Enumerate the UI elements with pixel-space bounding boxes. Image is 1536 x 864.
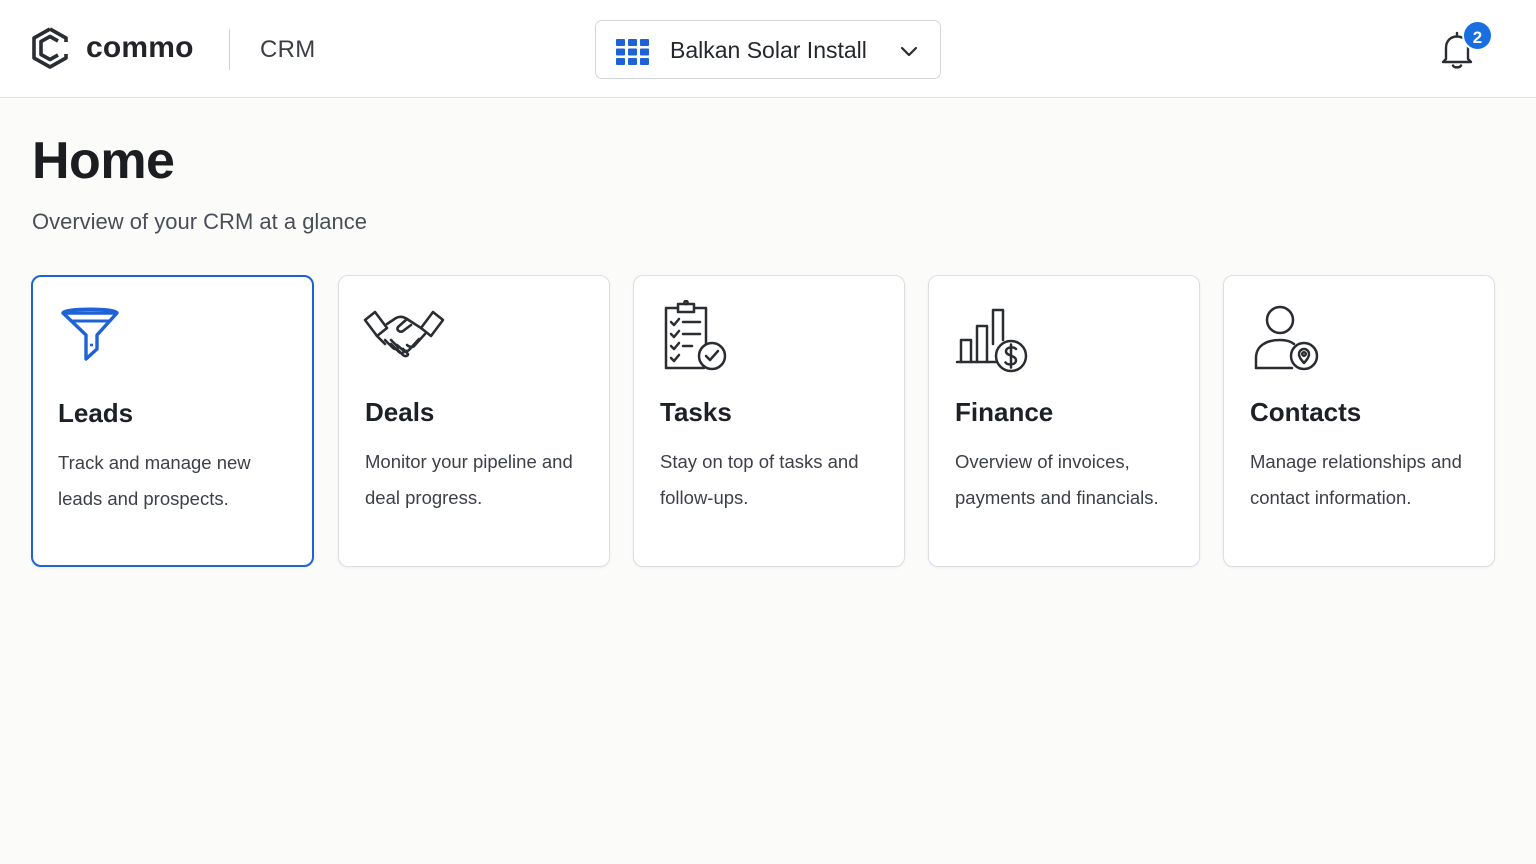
card-deals[interactable]: Deals Monitor your pipeline and deal pro… bbox=[338, 275, 610, 567]
notification-count-badge: 2 bbox=[1462, 20, 1493, 51]
card-contacts[interactable]: Contacts Manage relationships and contac… bbox=[1223, 275, 1495, 567]
page-subtitle: Overview of your CRM at a glance bbox=[32, 209, 368, 234]
brand-logo[interactable]: commo bbox=[30, 26, 194, 70]
workspace-selector[interactable]: Balkan Solar Install bbox=[595, 20, 941, 79]
card-description: Stay on top of tasks and follow-ups. bbox=[660, 451, 859, 508]
clipboard-check-icon bbox=[658, 300, 748, 374]
top-bar: commo CRM Balkan Solar Install 2 bbox=[0, 0, 1536, 98]
card-description: Track and manage new leads and prospects… bbox=[58, 452, 251, 509]
card-tasks[interactable]: Tasks Stay on top of tasks and follow-up… bbox=[633, 275, 905, 567]
card-title: Tasks bbox=[660, 397, 732, 427]
contact-icon bbox=[1248, 300, 1338, 374]
card-leads[interactable]: Leads Track and manage new leads and pro… bbox=[31, 275, 314, 567]
finance-chart-icon bbox=[953, 300, 1043, 374]
card-description: Manage relationships and contact informa… bbox=[1250, 451, 1462, 508]
funnel-icon bbox=[57, 301, 147, 375]
header-divider bbox=[229, 29, 230, 70]
card-title: Leads bbox=[58, 398, 134, 428]
handshake-icon bbox=[363, 300, 453, 374]
chevron-down-icon bbox=[900, 46, 918, 57]
card-title: Contacts bbox=[1250, 397, 1362, 427]
product-label: CRM bbox=[260, 36, 316, 63]
workspace-name: Balkan Solar Install bbox=[670, 37, 867, 63]
card-description: Monitor your pipeline and deal progress. bbox=[365, 451, 573, 508]
brand-name: commo bbox=[86, 31, 194, 64]
card-finance[interactable]: Finance Overview of invoices, payments a… bbox=[928, 275, 1200, 567]
card-title: Finance bbox=[955, 397, 1054, 427]
page-title: Home bbox=[32, 132, 175, 190]
grid-icon bbox=[616, 39, 649, 65]
commo-logo-icon bbox=[32, 27, 68, 69]
card-title: Deals bbox=[365, 397, 435, 427]
card-description: Overview of invoices, payments and finan… bbox=[955, 451, 1159, 508]
